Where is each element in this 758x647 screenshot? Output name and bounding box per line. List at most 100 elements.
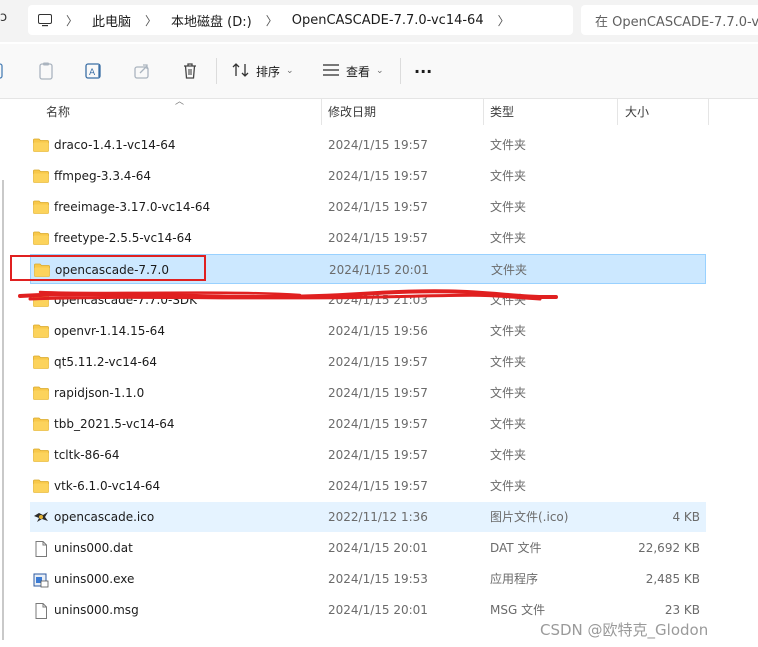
search-box[interactable]: 在 OpenCASCADE-7.7.0-vc14-64 中搜索	[581, 5, 758, 35]
column-header-row: ︿ 名称 修改日期 类型 大小	[0, 97, 758, 125]
file-name: unins000.exe	[54, 572, 135, 586]
file-modified-date: 2024/1/15 19:57	[328, 231, 428, 245]
sort-ascending-icon: ︿	[175, 97, 185, 107]
file-name: rapidjson-1.1.0	[54, 386, 145, 400]
view-label: 查看	[346, 64, 371, 79]
file-modified-date: 2024/1/15 19:53	[328, 572, 428, 586]
file-modified-date: 2024/1/15 19:56	[328, 324, 428, 338]
file-row[interactable]: openvr-1.14.15-64 2024/1/15 19:56 文件夹	[30, 316, 706, 346]
file-type: 图片文件(.ico)	[490, 510, 569, 524]
file-type: 文件夹	[490, 231, 527, 245]
column-header-size[interactable]: 大小	[625, 99, 649, 125]
file-row[interactable]: unins000.dat 2024/1/15 20:01 DAT 文件 22,692 …	[30, 533, 706, 563]
share-icon[interactable]	[132, 61, 152, 81]
file-modified-date: 2024/1/15 19:57	[328, 417, 428, 431]
folder-icon	[33, 200, 49, 214]
folder-icon	[33, 448, 49, 462]
new-partial-icon[interactable]	[0, 61, 14, 81]
file-row[interactable]: unins000.exe 2024/1/15 19:53 应用程序 2,485 KB	[30, 564, 706, 594]
file-modified-date: 2022/11/12 1:36	[328, 510, 428, 524]
column-divider[interactable]	[617, 99, 618, 125]
column-divider[interactable]	[321, 99, 322, 125]
chevron-down-icon: ⌄	[286, 66, 294, 76]
nav-partial-icon[interactable]: ↄ	[0, 10, 7, 25]
file-name: freeimage-3.17.0-vc14-64	[54, 200, 211, 214]
file-name: opencascade.ico	[54, 510, 155, 524]
file-name: unins000.dat	[54, 541, 133, 555]
file-row[interactable]: opencascade.ico 2022/11/12 1:36 图片文件(.ico)…	[30, 502, 706, 532]
file-name: ffmpeg-3.3.4-64	[54, 169, 152, 183]
file-row[interactable]: tbb_2021.5-vc14-64 2024/1/15 19:57 文件夹	[30, 409, 706, 439]
exe-file-icon	[33, 572, 49, 588]
sort-icon	[232, 62, 250, 81]
file-modified-date: 2024/1/15 20:01	[329, 263, 429, 277]
file-type: 应用程序	[490, 572, 539, 586]
view-button[interactable]: 查看 ⌄	[322, 61, 384, 81]
file-type: 文件夹	[490, 200, 527, 214]
breadcrumb-current-folder[interactable]: OpenCASCADE-7.7.0-vc14-64	[292, 13, 484, 28]
folder-icon	[33, 138, 49, 152]
folder-icon	[33, 386, 49, 400]
file-modified-date: 2024/1/15 20:01	[328, 603, 428, 617]
file-type: 文件夹	[491, 263, 528, 277]
file-row[interactable]: draco-1.4.1-vc14-64 2024/1/15 19:57 文件夹	[30, 130, 706, 160]
paste-icon[interactable]	[36, 61, 56, 81]
file-name: freetype-2.5.5-vc14-64	[54, 231, 192, 245]
breadcrumb-local-disk[interactable]: 本地磁盘 (D:)	[171, 11, 252, 30]
file-name: qt5.11.2-vc14-64	[54, 355, 158, 369]
column-divider[interactable]	[483, 99, 484, 125]
column-header-type[interactable]: 类型	[490, 99, 514, 125]
column-divider[interactable]	[708, 99, 709, 125]
folder-icon	[33, 324, 49, 338]
file-size: 2,485 KB	[645, 572, 700, 586]
address-bar-area: ↄ 〉 此电脑 〉 本地磁盘 (D:) 〉 OpenCASCADE-7.7.0-…	[0, 0, 758, 42]
file-type: 文件夹	[490, 355, 527, 369]
sort-button[interactable]: 排序 ⌄	[232, 61, 294, 81]
file-name: tbb_2021.5-vc14-64	[54, 417, 175, 431]
address-bar[interactable]: 〉 此电脑 〉 本地磁盘 (D:) 〉 OpenCASCADE-7.7.0-vc…	[28, 5, 573, 35]
delete-icon[interactable]	[180, 61, 200, 81]
file-name: draco-1.4.1-vc14-64	[54, 138, 176, 152]
file-name: vtk-6.1.0-vc14-64	[54, 479, 161, 493]
more-options-button[interactable]: ···	[414, 61, 432, 81]
file-modified-date: 2024/1/15 19:57	[328, 169, 428, 183]
chevron-right-icon[interactable]: 〉	[145, 12, 157, 29]
file-row[interactable]: ffmpeg-3.3.4-64 2024/1/15 19:57 文件夹	[30, 161, 706, 191]
file-name: openvr-1.14.15-64	[54, 324, 165, 338]
file-modified-date: 2024/1/15 20:01	[328, 541, 428, 555]
file-type: 文件夹	[490, 324, 527, 338]
file-modified-date: 2024/1/15 19:57	[328, 200, 428, 214]
file-row[interactable]: tcltk-86-64 2024/1/15 19:57 文件夹	[30, 440, 706, 470]
highlight-box-annotation	[10, 255, 206, 281]
chevron-right-icon[interactable]: 〉	[266, 12, 278, 29]
file-row[interactable]: vtk-6.1.0-vc14-64 2024/1/15 19:57 文件夹	[30, 471, 706, 501]
file-type: MSG 文件	[490, 603, 546, 617]
file-row[interactable]: freeimage-3.17.0-vc14-64 2024/1/15 19:57 文…	[30, 192, 706, 222]
folder-icon	[33, 479, 49, 493]
file-name: tcltk-86-64	[54, 448, 120, 462]
search-placeholder: 在 OpenCASCADE-7.7.0-vc14-64 中搜索	[595, 14, 758, 30]
file-name: unins000.msg	[54, 603, 139, 617]
watermark: CSDN @欧特克_Glodon	[540, 621, 709, 639]
toolbar-divider	[400, 58, 401, 84]
breadcrumb-this-pc[interactable]: 此电脑	[92, 11, 131, 30]
chevron-right-icon[interactable]: 〉	[498, 12, 510, 29]
folder-icon	[33, 417, 49, 431]
scrollbar-track[interactable]	[2, 180, 4, 640]
file-size: 22,692 KB	[638, 541, 700, 555]
file-modified-date: 2024/1/15 19:57	[328, 138, 428, 152]
chevron-right-icon[interactable]: 〉	[66, 12, 78, 29]
view-list-icon	[322, 63, 340, 80]
rename-icon[interactable]: A	[84, 61, 104, 81]
folder-icon	[33, 355, 49, 369]
folder-icon	[33, 231, 49, 245]
file-row[interactable]: qt5.11.2-vc14-64 2024/1/15 19:57 文件夹	[30, 347, 706, 377]
file-type: 文件夹	[490, 417, 527, 431]
column-header-name[interactable]: 名称	[46, 99, 70, 125]
file-row[interactable]: rapidjson-1.1.0 2024/1/15 19:57 文件夹	[30, 378, 706, 408]
document-icon	[33, 541, 49, 557]
file-row[interactable]: freetype-2.5.5-vc14-64 2024/1/15 19:57 文件夹	[30, 223, 706, 253]
document-icon	[33, 603, 49, 619]
column-header-date[interactable]: 修改日期	[328, 99, 376, 125]
file-type: DAT 文件	[490, 541, 542, 555]
